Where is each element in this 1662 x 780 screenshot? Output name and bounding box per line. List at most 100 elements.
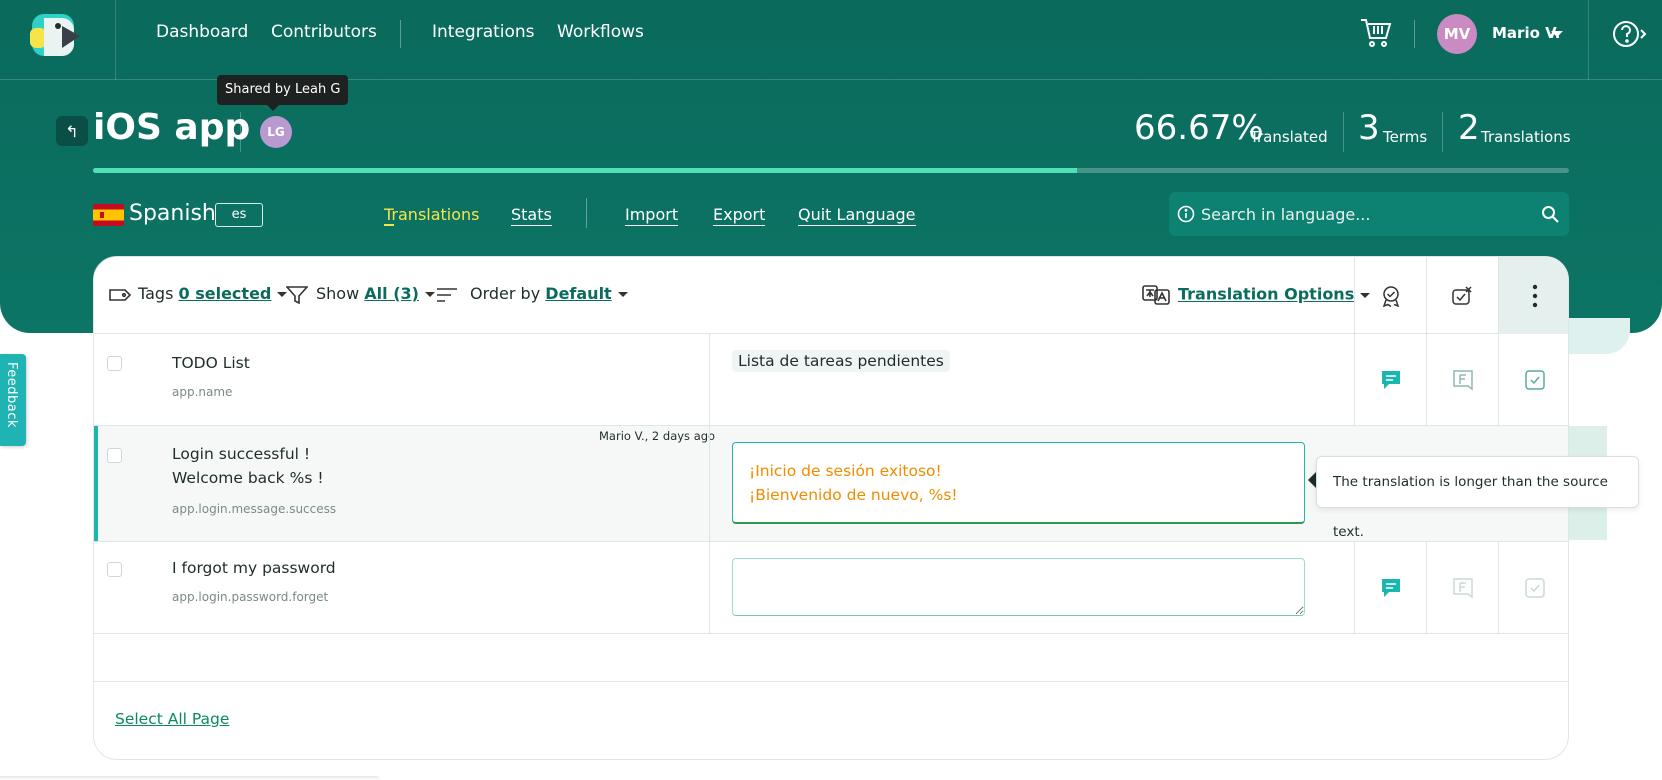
- approve-icon: [1451, 285, 1472, 305]
- progress-fill: [93, 168, 1078, 173]
- tab-translations[interactable]: Translations: [384, 205, 480, 225]
- active-tab-indicator: [384, 224, 394, 226]
- app-logo[interactable]: [28, 12, 86, 58]
- search-input[interactable]: [1201, 192, 1531, 236]
- show-value[interactable]: All (3): [364, 284, 419, 303]
- tag-icon: [109, 288, 132, 301]
- translated-label: Translated: [1250, 128, 1328, 146]
- feedback-label: Feedback: [4, 362, 19, 428]
- translation-options[interactable]: Translation Options: [1142, 284, 1371, 306]
- nav-dashboard[interactable]: Dashboard: [156, 22, 248, 42]
- language-name: Spanish: [129, 201, 216, 226]
- show-label: Show: [316, 284, 360, 303]
- translations-label: Translations: [1481, 128, 1571, 146]
- show-filter[interactable]: Show All (3): [285, 284, 435, 305]
- tooltip-arrow: [1308, 472, 1316, 488]
- chevron-down-icon[interactable]: [424, 292, 435, 297]
- review-column-header[interactable]: [1354, 257, 1426, 334]
- row-edit-accent: [94, 426, 98, 541]
- chevron-down-icon[interactable]: [617, 292, 628, 297]
- project-title: iOS app: [93, 107, 251, 148]
- table-empty-row: [94, 634, 1568, 682]
- translated-percent: 66.67%: [1134, 108, 1264, 148]
- comments-cell[interactable]: [1354, 542, 1426, 633]
- tags-filter[interactable]: Tags 0 selected: [108, 284, 288, 303]
- table-row: TODO List app.name Lista de tareas pendi…: [94, 334, 1568, 426]
- back-button[interactable]: ↰: [56, 116, 88, 146]
- search-icon[interactable]: [1541, 205, 1559, 223]
- source-text: I forgot my password: [172, 559, 336, 577]
- row-checkbox[interactable]: [107, 356, 122, 371]
- order-label: Order by: [470, 284, 541, 303]
- key-name: app.login.password.forget: [172, 590, 329, 604]
- select-all-page-link[interactable]: Select All Page: [115, 710, 229, 728]
- row-checkbox[interactable]: [107, 448, 122, 463]
- info-icon[interactable]: [1177, 205, 1195, 223]
- translation-text[interactable]: Lista de tareas pendientes: [732, 350, 950, 372]
- back-arrow-icon: ↰: [65, 121, 79, 141]
- source-text: Login successful ! Welcome back %s !: [172, 442, 324, 490]
- tab-quit-language[interactable]: Quit Language: [798, 205, 916, 226]
- badge-check-icon: [1382, 285, 1399, 307]
- language-code-badge: es: [215, 203, 263, 227]
- translation-line: ¡Bienvenido de nuevo, %s!: [749, 486, 958, 504]
- top-navigation: Dashboard Contributors Integrations Work…: [0, 0, 1662, 80]
- status-column-header[interactable]: [1426, 257, 1498, 334]
- key-name: app.login.message.success: [172, 502, 337, 516]
- shared-by-tooltip: Shared by Leah G: [217, 75, 349, 111]
- cart-icon[interactable]: [1358, 14, 1394, 50]
- review-cell[interactable]: [1498, 542, 1568, 633]
- review-icon: [1524, 577, 1545, 598]
- translation-line: ¡Inicio de sesión exitoso!: [749, 462, 942, 480]
- order-value[interactable]: Default: [545, 284, 611, 303]
- translation-editor[interactable]: ¡Inicio de sesión exitoso! ¡Bienvenido d…: [732, 442, 1305, 524]
- tags-label: Tags: [138, 284, 174, 303]
- header-separator: [240, 112, 241, 152]
- header-separator: [1442, 112, 1443, 152]
- nav-separator: [115, 0, 116, 80]
- shared-user-avatar[interactable]: LG: [260, 116, 292, 148]
- key-name: app.name: [172, 385, 233, 399]
- sort-icon: [437, 287, 457, 302]
- nav-separator: [1588, 0, 1589, 80]
- review-icon: [1524, 369, 1545, 390]
- translation-input[interactable]: [732, 558, 1305, 616]
- filter-icon: [285, 285, 309, 304]
- source-text: TODO List: [172, 354, 250, 372]
- order-by-filter[interactable]: Order by Default: [436, 284, 628, 303]
- terms-count: 3: [1358, 108, 1380, 148]
- translation-options-label[interactable]: Translation Options: [1178, 285, 1354, 304]
- user-menu-chevron-icon[interactable]: [1551, 31, 1563, 37]
- tab-export[interactable]: Export: [713, 205, 766, 226]
- tab-stats[interactable]: Stats: [511, 205, 552, 226]
- format-cell[interactable]: [1426, 334, 1498, 425]
- nav-contributors[interactable]: Contributors: [271, 22, 377, 42]
- review-cell[interactable]: [1498, 334, 1568, 425]
- last-edit-meta: Mario V., 2 days ago: [599, 429, 716, 443]
- help-icon[interactable]: [1612, 18, 1648, 50]
- column-divider: [709, 334, 710, 425]
- source-text-line: Welcome back %s !: [172, 469, 324, 487]
- user-avatar[interactable]: MV: [1437, 14, 1477, 54]
- format-icon: [1452, 577, 1473, 598]
- more-options-button[interactable]: [1498, 257, 1568, 334]
- comments-cell[interactable]: [1354, 334, 1426, 425]
- terms-label: Terms: [1383, 128, 1428, 146]
- comment-icon: [1381, 370, 1400, 389]
- tab-divider: [586, 198, 587, 228]
- kebab-menu-icon: [1532, 284, 1537, 307]
- translation-progress-bar: [93, 168, 1569, 173]
- nav-workflows[interactable]: Workflows: [557, 22, 644, 42]
- header-separator: [1343, 112, 1344, 152]
- bottom-panel-edge: [0, 776, 380, 780]
- row-checkbox[interactable]: [107, 562, 122, 577]
- tags-value[interactable]: 0 selected: [179, 284, 272, 303]
- nav-integrations[interactable]: Integrations: [432, 22, 535, 42]
- format-icon: [1452, 369, 1473, 390]
- spain-flag-icon: [93, 204, 124, 226]
- tab-import[interactable]: Import: [625, 205, 679, 226]
- feedback-tab[interactable]: Feedback: [0, 354, 26, 446]
- nav-divider: [1414, 20, 1415, 48]
- column-divider: [709, 542, 710, 633]
- format-cell[interactable]: [1426, 542, 1498, 633]
